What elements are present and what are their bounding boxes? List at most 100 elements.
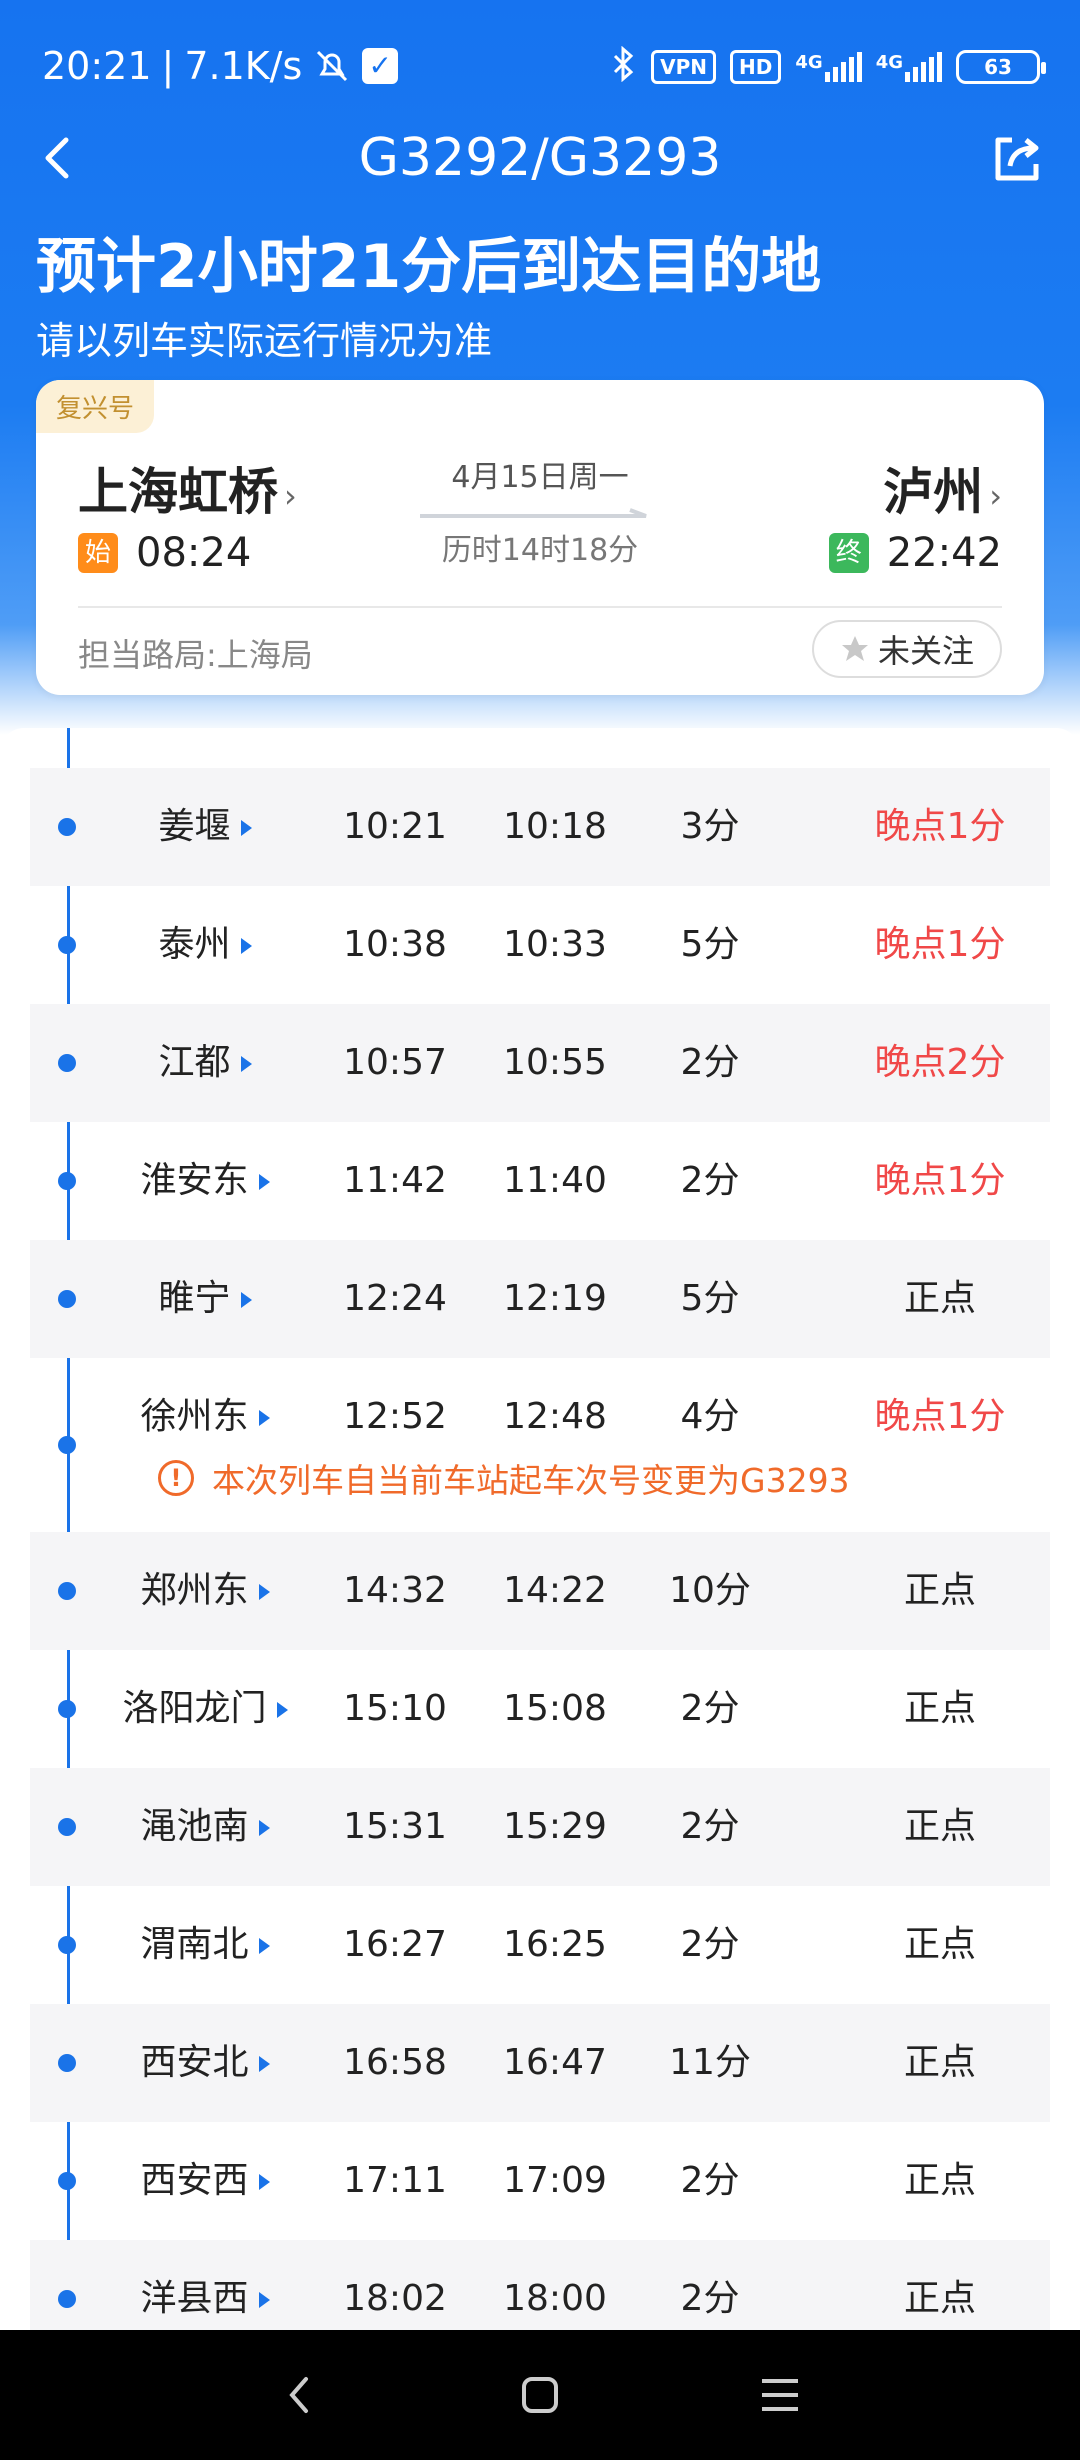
end-tag: 终 bbox=[828, 533, 869, 573]
top-nav: G3292/G3293 bbox=[0, 120, 1080, 200]
station-dot bbox=[58, 1936, 76, 1954]
status-text: 正点 bbox=[903, 1688, 976, 1729]
station-name: 渭南北 bbox=[140, 1924, 249, 1965]
stop-duration: 5分 bbox=[680, 1278, 740, 1319]
status-text: 正点 bbox=[903, 2042, 976, 2083]
table-row[interactable]: 徐州东 12:52 12:48 4分 晚点1分! 本次列车自当前车站起车次号变更为G329… bbox=[30, 1358, 1050, 1532]
arrival-time: 16:58 bbox=[343, 2042, 447, 2083]
arrival-time: 16:27 bbox=[343, 1924, 447, 1965]
station-name: 江都 bbox=[158, 1042, 231, 1083]
station-name-cell[interactable]: 洋县西 bbox=[90, 2240, 320, 2330]
station-name-cell[interactable]: 渑池南 bbox=[90, 1768, 320, 1886]
arrival-time: 14:32 bbox=[343, 1570, 447, 1611]
station-name-cell[interactable]: 泰州 bbox=[90, 886, 320, 1004]
vpn-icon: VPN bbox=[651, 50, 717, 84]
train-number-change-notice: ! 本次列车自当前车站起车次号变更为G3293 bbox=[158, 1454, 850, 1502]
station-dot bbox=[58, 1818, 76, 1836]
arrival-time: 18:02 bbox=[343, 2278, 447, 2319]
stop-duration: 2分 bbox=[680, 1160, 740, 1201]
station-dot bbox=[58, 1436, 76, 1454]
departure-time: 14:22 bbox=[503, 1570, 607, 1611]
station-name-cell[interactable]: 江都 bbox=[90, 1004, 320, 1122]
table-row[interactable]: 西安北 16:58 16:47 11分 正点 bbox=[30, 2004, 1050, 2122]
stop-duration: 2分 bbox=[680, 1924, 740, 1965]
departure-time: 10:18 bbox=[503, 806, 607, 847]
follow-label: 未关注 bbox=[877, 632, 974, 670]
share-button[interactable] bbox=[990, 132, 1044, 186]
table-row[interactable]: 洛阳龙门 15:10 15:08 2分 正点 bbox=[30, 1650, 1050, 1768]
arrival-time: 15:31 bbox=[343, 1806, 447, 1847]
table-row[interactable]: 渭南北 16:27 16:25 2分 正点 bbox=[30, 1886, 1050, 2004]
departure-time: 17:09 bbox=[503, 2160, 607, 2201]
status-text: 晚点1分 bbox=[874, 924, 1006, 965]
station-name-cell[interactable]: 姜堰 bbox=[90, 768, 320, 886]
follow-button[interactable]: 未关注 bbox=[812, 620, 1002, 678]
departure-time: 11:40 bbox=[503, 1160, 607, 1201]
table-row[interactable]: 淮安东 11:42 11:40 2分 晚点1分 bbox=[30, 1122, 1050, 1240]
station-name: 睢宁 bbox=[158, 1278, 231, 1319]
expand-triangle-icon bbox=[240, 938, 252, 954]
station-name-cell[interactable]: 西安北 bbox=[90, 2004, 320, 2122]
station-name-cell[interactable]: 淮安东 bbox=[90, 1122, 320, 1240]
table-row[interactable]: 姜堰 10:21 10:18 3分 晚点1分 bbox=[30, 768, 1050, 886]
station-name-cell[interactable]: 渭南北 bbox=[90, 1886, 320, 2004]
hd-icon: HD bbox=[730, 50, 782, 84]
station-name: 淮安东 bbox=[140, 1160, 249, 1201]
expand-triangle-icon bbox=[240, 1292, 252, 1308]
route-arrow-icon bbox=[420, 508, 647, 518]
arrival-time: 11:42 bbox=[343, 1160, 447, 1201]
station-name: 姜堰 bbox=[158, 806, 231, 847]
system-home-icon[interactable] bbox=[510, 2365, 570, 2425]
expand-triangle-icon bbox=[258, 1584, 270, 1600]
expand-triangle-icon bbox=[258, 2056, 270, 2072]
expand-triangle-icon bbox=[258, 1174, 270, 1190]
train-type-badge: 复兴号 bbox=[36, 380, 155, 433]
arrival-time: 10:21 bbox=[343, 806, 447, 847]
station-dot bbox=[58, 1054, 76, 1072]
expand-triangle-icon bbox=[258, 1938, 270, 1954]
table-row[interactable]: 渑池南 15:31 15:29 2分 正点 bbox=[30, 1768, 1050, 1886]
status-text: 晚点1分 bbox=[874, 1160, 1006, 1201]
station-name-cell[interactable]: 洛阳龙门 bbox=[90, 1650, 320, 1768]
stop-duration: 2分 bbox=[680, 1042, 740, 1083]
table-row[interactable]: 西安西 17:11 17:09 2分 正点 bbox=[30, 2122, 1050, 2240]
departure-time: 16:25 bbox=[503, 1924, 607, 1965]
alert-icon: ! bbox=[158, 1460, 194, 1496]
expand-triangle-icon bbox=[258, 2174, 270, 2190]
signal-1-icon: 4G bbox=[795, 52, 862, 82]
stop-duration: 10分 bbox=[669, 1570, 751, 1611]
station-dot bbox=[58, 1172, 76, 1190]
signal-2-icon: 4G bbox=[876, 52, 942, 82]
arrival-time: 12:24 bbox=[343, 1278, 447, 1319]
eta-headline: 预计2小时21分后到达目的地 bbox=[36, 232, 822, 302]
departure-time: 15:08 bbox=[503, 1688, 607, 1729]
station-name-cell[interactable]: 郑州东 bbox=[90, 1532, 320, 1650]
sim1-label: 4G bbox=[795, 52, 823, 73]
stop-duration: 2分 bbox=[680, 2278, 740, 2319]
table-row[interactable]: 洋县西 18:02 18:00 2分 正点 bbox=[30, 2240, 1050, 2330]
status-text: 正点 bbox=[903, 2160, 976, 2201]
status-text: 正点 bbox=[903, 1278, 976, 1319]
station-name-cell[interactable]: 睢宁 bbox=[90, 1240, 320, 1358]
table-row[interactable]: 睢宁 12:24 12:19 5分 正点 bbox=[30, 1240, 1050, 1358]
table-row[interactable]: 江都 10:57 10:55 2分 晚点2分 bbox=[30, 1004, 1050, 1122]
table-row[interactable]: 泰州 10:38 10:33 5分 晚点1分 bbox=[30, 886, 1050, 1004]
station-dot bbox=[58, 2172, 76, 2190]
table-row[interactable]: 郑州东 14:32 14:22 10分 正点 bbox=[30, 1532, 1050, 1650]
system-back-icon[interactable] bbox=[270, 2365, 330, 2425]
card-divider bbox=[78, 606, 1002, 608]
expand-triangle-icon bbox=[258, 2292, 270, 2308]
station-name: 徐州东 bbox=[140, 1396, 249, 1437]
start-tag: 始 bbox=[78, 533, 118, 573]
expand-triangle-icon bbox=[240, 1056, 252, 1072]
stop-duration: 5分 bbox=[680, 924, 740, 965]
mute-icon bbox=[312, 48, 352, 84]
station-name-cell[interactable]: 西安西 bbox=[90, 2122, 320, 2240]
status-text: 正点 bbox=[903, 2278, 976, 2319]
system-menu-icon[interactable] bbox=[750, 2365, 810, 2425]
station-dot bbox=[58, 818, 76, 836]
station-name: 泰州 bbox=[158, 924, 231, 965]
status-separator: | bbox=[161, 44, 175, 88]
station-dot bbox=[58, 2290, 76, 2308]
bluetooth-icon bbox=[611, 45, 637, 88]
